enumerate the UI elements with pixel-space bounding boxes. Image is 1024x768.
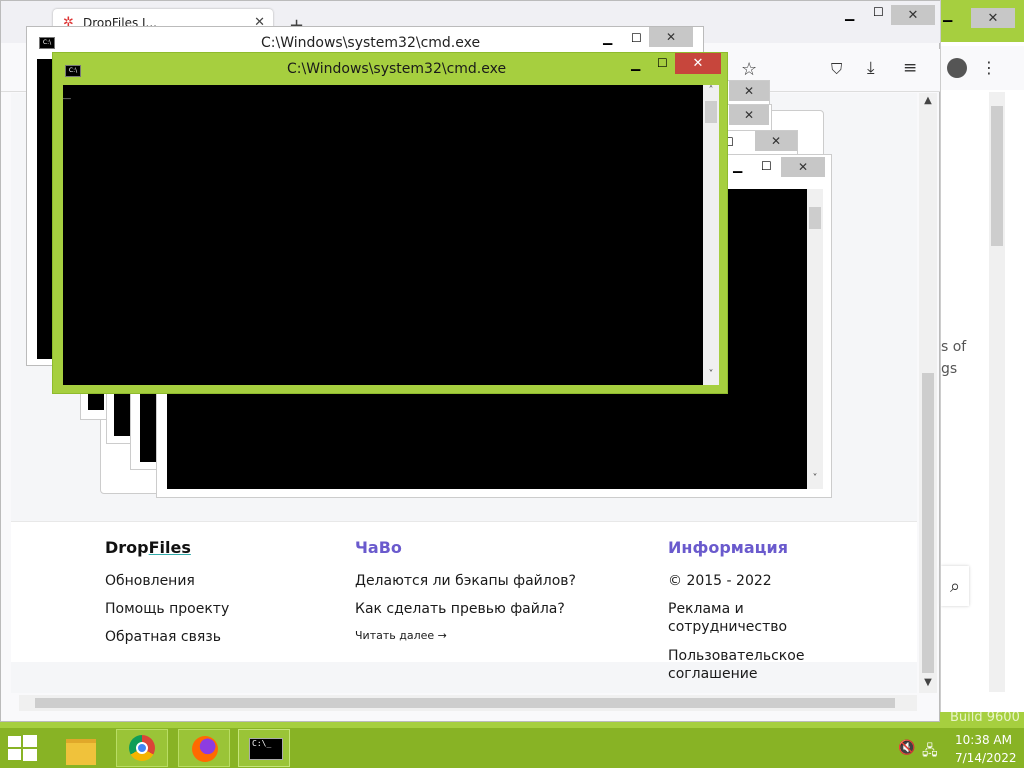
taskbar-chrome[interactable] [116, 729, 168, 767]
network-icon[interactable]: 🖧 [922, 740, 938, 764]
taskbar-cmd[interactable]: C:\_ [238, 729, 290, 767]
footer-faq-title[interactable]: ЧаВо [355, 538, 402, 557]
cmd-back-title: C:\Windows\system32\cmd.exe [261, 35, 481, 51]
cmd-front-icon: C:\ [65, 65, 81, 77]
taskbar-file-explorer[interactable] [56, 729, 108, 767]
second-browser-window: ▁ ✕ ⋮ s of gs ⌕ [940, 0, 1024, 712]
cmd-front-title: C:\Windows\system32\cmd.exe [287, 61, 507, 77]
chrome-icon [129, 735, 155, 761]
stack1-close-button[interactable]: ✕ [781, 157, 825, 177]
brand-files: Files [148, 538, 191, 557]
bookmark-star-icon[interactable]: ☆ [741, 59, 757, 80]
cmd-front-close-button[interactable]: ✕ [675, 53, 721, 74]
footer-link-ads-2[interactable]: сотрудничество [668, 619, 787, 635]
brand-drop: Drop [105, 538, 149, 557]
cmd-back-minimize-button[interactable]: ▁ [603, 31, 612, 45]
stack1-maximize-button[interactable]: ☐ [761, 159, 772, 173]
console-cursor: _ [63, 85, 71, 100]
cmd-back-maximize-button[interactable]: ☐ [631, 31, 642, 45]
console-output[interactable]: _ [63, 85, 703, 385]
volume-muted-icon[interactable]: 🔇 [898, 740, 915, 756]
footer-copyright: © 2015 - 2022 [668, 573, 772, 589]
cmd-back-close-button[interactable]: ✕ [649, 27, 693, 47]
folder-icon [66, 739, 96, 765]
download-icon[interactable]: ⤓ [867, 58, 875, 78]
footer-link-preview[interactable]: Как сделать превью файла? [355, 601, 565, 617]
page-hscrollbar[interactable] [19, 695, 917, 711]
second-close-button[interactable]: ✕ [971, 8, 1015, 28]
stack3-close-button[interactable]: ✕ [729, 105, 769, 125]
more-options-icon[interactable]: ⋮ [981, 58, 997, 77]
browser-close-button[interactable]: ✕ [891, 5, 935, 25]
scroll-down-arrow-icon[interactable]: ▼ [921, 677, 935, 688]
footer-link-terms-2[interactable]: соглашение [668, 666, 757, 682]
footer-brand[interactable]: DropFiles [105, 538, 191, 557]
stack1-minimize-button[interactable]: ▁ [733, 159, 742, 173]
stack1-scroll-thumb[interactable] [809, 207, 821, 229]
pocket-icon[interactable]: ⛉ [831, 60, 842, 78]
cmd-back-icon: C:\ [39, 37, 55, 49]
menu-icon[interactable]: ≡ [903, 58, 917, 78]
firefox-icon [192, 736, 218, 762]
start-button[interactable] [8, 735, 38, 761]
cmd-front-scrollbar[interactable]: ˄ ˅ [703, 85, 719, 385]
browser-minimize-button[interactable]: ▁ [845, 7, 854, 21]
footer-link-updates[interactable]: Обновления [105, 573, 195, 589]
footer-link-terms-1[interactable]: Пользовательское [668, 648, 804, 664]
page-scroll-thumb[interactable] [922, 373, 934, 673]
scroll-up-arrow-icon[interactable]: ▲ [921, 95, 935, 106]
second-scroll-thumb[interactable] [991, 106, 1003, 246]
cmd-window-front: C:\ C:\Windows\system32\cmd.exe ▁ ☐ ✕ _ … [52, 52, 728, 394]
cmd-front-scroll-thumb[interactable] [705, 101, 717, 123]
footer-read-more[interactable]: Читать далее → [355, 629, 447, 642]
taskbar-firefox[interactable] [178, 729, 230, 767]
windows-logo-icon [8, 736, 21, 747]
right-page-text-2: gs [941, 361, 958, 377]
search-icon[interactable]: ⌕ [941, 566, 969, 606]
browser-maximize-button[interactable]: ☐ [873, 5, 884, 19]
stack1-scrollbar[interactable]: ˅ [807, 189, 823, 489]
stack4-close-button[interactable]: ✕ [729, 81, 769, 101]
footer-link-backups[interactable]: Делаются ли бэкапы файлов? [355, 573, 576, 589]
account-icon[interactable] [947, 58, 967, 78]
cmd-icon: C:\_ [249, 738, 283, 760]
clock-date[interactable]: 7/14/2022 [955, 751, 1017, 765]
second-minimize-button[interactable]: ▁ [943, 8, 952, 22]
build-watermark: Build 9600 [950, 710, 1020, 725]
stack2-close-button[interactable]: ✕ [755, 131, 797, 151]
footer-link-support[interactable]: Помощь проекту [105, 601, 229, 617]
footer-link-ads-1[interactable]: Реклама и [668, 601, 744, 617]
right-page-text-1: s of [941, 339, 967, 355]
stack1-scroll-down-icon[interactable]: ˅ [808, 473, 822, 484]
page-scrollbar[interactable]: ▲ ▼ [919, 93, 937, 693]
footer-info-title[interactable]: Информация [668, 538, 788, 557]
cmd-front-maximize-button[interactable]: ☐ [657, 56, 668, 70]
cmd-front-scroll-down-icon[interactable]: ˅ [704, 369, 718, 380]
cmd-front-scroll-up-icon[interactable]: ˄ [704, 85, 718, 96]
footer-link-feedback[interactable]: Обратная связь [105, 629, 221, 645]
second-page-scrollbar[interactable] [989, 92, 1005, 692]
page-hscroll-thumb[interactable] [35, 698, 895, 708]
clock-time[interactable]: 10:38 AM [955, 733, 1012, 747]
cmd-front-minimize-button[interactable]: ▁ [631, 57, 640, 71]
